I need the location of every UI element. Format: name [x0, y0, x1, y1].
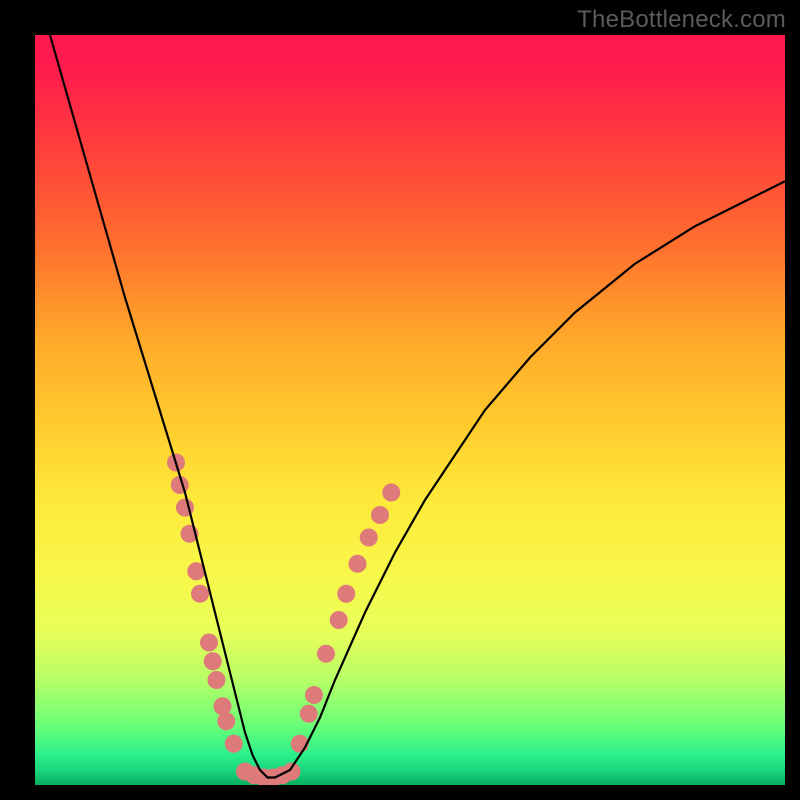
marker-dot — [204, 652, 222, 670]
marker-dot — [337, 585, 355, 603]
marker-dot — [382, 484, 400, 502]
marker-dot — [200, 634, 218, 652]
marker-dot — [300, 705, 318, 723]
marker-dot — [191, 585, 209, 603]
marker-dot — [208, 671, 226, 689]
marker-dot — [217, 712, 235, 730]
marker-dot — [317, 645, 335, 663]
marker-dot — [305, 686, 323, 704]
marker-dot — [225, 735, 243, 753]
marker-dot — [360, 529, 378, 547]
marker-dot — [349, 555, 367, 573]
marker-dot — [371, 506, 389, 524]
marker-dot — [214, 697, 232, 715]
plot-area — [35, 35, 785, 785]
chart-svg — [35, 35, 785, 785]
bottleneck-curve — [50, 35, 785, 778]
chart-frame: TheBottleneck.com — [0, 0, 800, 800]
marker-dot — [330, 611, 348, 629]
watermark-text: TheBottleneck.com — [577, 6, 786, 34]
marker-group — [167, 454, 400, 786]
